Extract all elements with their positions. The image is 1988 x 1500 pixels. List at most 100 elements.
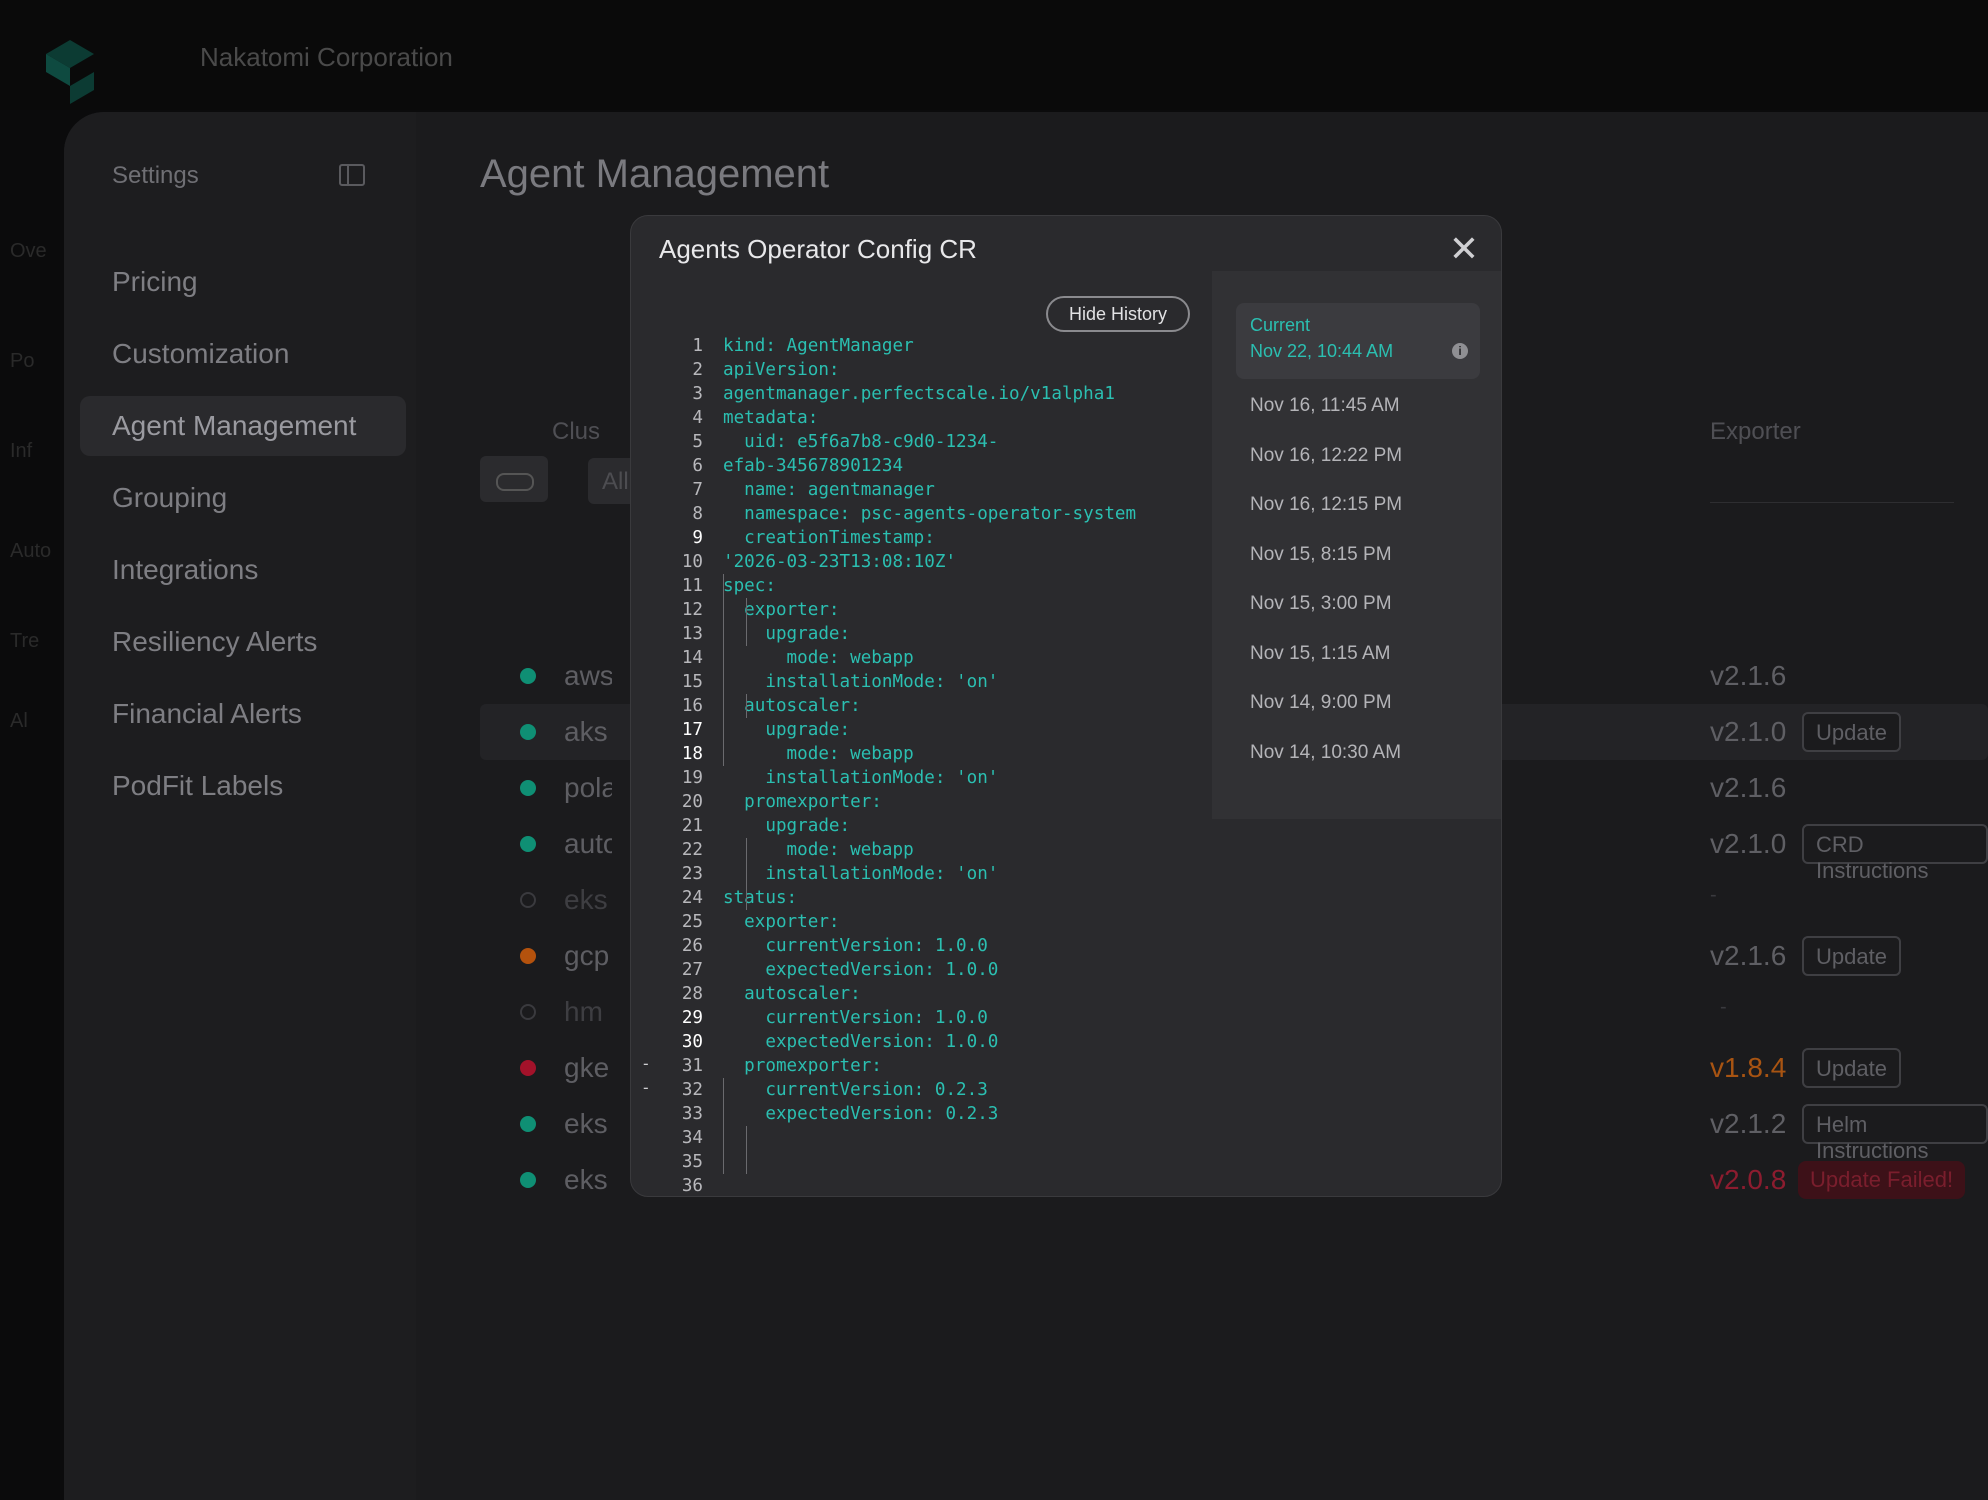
- status-dot: [520, 1172, 536, 1188]
- cluster-name[interactable]: gcp: [564, 940, 612, 972]
- code-line: 17 upgrade:: [631, 718, 1191, 742]
- line-number: 32: [681, 1080, 703, 1100]
- history-item[interactable]: Nov 16, 11:45 AM: [1250, 395, 1400, 417]
- fold-marker[interactable]: -: [641, 1078, 651, 1097]
- history-item[interactable]: Nov 16, 12:15 PM: [1250, 494, 1402, 516]
- code-text: apiVersion:: [723, 360, 840, 380]
- nav-item-podfit-labels[interactable]: PodFit Labels: [112, 770, 283, 802]
- indent-guide: [723, 574, 724, 766]
- history-item[interactable]: Nov 15, 1:15 AM: [1250, 643, 1390, 665]
- history-item[interactable]: Nov 14, 9:00 PM: [1250, 692, 1392, 714]
- line-number: 6: [692, 456, 703, 476]
- nav-item-agent-management[interactable]: Agent Management: [80, 396, 406, 456]
- rail-item[interactable]: Ove: [10, 240, 64, 263]
- nav-item-integrations[interactable]: Integrations: [112, 554, 258, 586]
- cluster-name[interactable]: auto: [564, 828, 612, 860]
- line-number: 22: [681, 840, 703, 860]
- line-number: 36: [681, 1176, 703, 1196]
- history-item-current[interactable]: Current Nov 22, 10:44 AM i: [1236, 303, 1480, 379]
- fold-marker[interactable]: -: [641, 1054, 651, 1073]
- cluster-name[interactable]: eks: [564, 1164, 612, 1196]
- divider: [1710, 502, 1954, 503]
- rail-item[interactable]: Tre: [10, 630, 64, 653]
- code-line: 1 kind: AgentManager: [631, 334, 1191, 358]
- row-action-button[interactable]: Update: [1802, 1048, 1901, 1088]
- code-line: 25 exporter:: [631, 910, 1191, 934]
- nav-item-pricing[interactable]: Pricing: [112, 266, 198, 298]
- row-action-button[interactable]: CRD Instructions: [1802, 824, 1988, 883]
- line-number: 25: [681, 912, 703, 932]
- line-number: 34: [681, 1128, 703, 1148]
- nav-item-grouping[interactable]: Grouping: [112, 482, 227, 514]
- cluster-name[interactable]: aws: [564, 660, 612, 692]
- line-number: 12: [681, 600, 703, 620]
- cluster-name[interactable]: aks: [564, 716, 612, 748]
- history-item[interactable]: Nov 15, 8:15 PM: [1250, 544, 1392, 566]
- info-icon[interactable]: i: [1452, 343, 1468, 359]
- line-number: 16: [681, 696, 703, 716]
- config-modal: Agents Operator Config CR ✕ Hide History…: [630, 215, 1502, 1197]
- nav-item-resiliency-alerts[interactable]: Resiliency Alerts: [112, 626, 317, 658]
- code-text: kind: AgentManager: [723, 336, 914, 356]
- code-line: 11 spec:: [631, 574, 1191, 598]
- nav-item-financial-alerts[interactable]: Financial Alerts: [112, 698, 302, 730]
- code-line: 16 autoscaler:: [631, 694, 1191, 718]
- code-text: autoscaler:: [723, 984, 861, 1004]
- status-dot: [520, 1060, 536, 1076]
- line-number: 13: [681, 624, 703, 644]
- cluster-name[interactable]: pola: [564, 772, 612, 804]
- code-text: exporter:: [723, 912, 840, 932]
- line-number: 2: [692, 360, 703, 380]
- code-line: 10 '2026-03-23T13:08:10Z': [631, 550, 1191, 574]
- top-bar: Nakatomi Corporation: [0, 0, 1988, 110]
- code-text: metadata:: [723, 408, 819, 428]
- organization-name[interactable]: Nakatomi Corporation: [200, 42, 453, 73]
- code-text: autoscaler:: [723, 696, 861, 716]
- rail-item[interactable]: Auto: [10, 540, 64, 563]
- exporter-version: v2.1.6: [1710, 940, 1787, 971]
- line-number: 27: [681, 960, 703, 980]
- settings-title: Settings: [112, 162, 199, 189]
- line-number: 17: [681, 720, 703, 740]
- rail-item[interactable]: Po: [10, 350, 64, 373]
- line-number: 24: [681, 888, 703, 908]
- indent-guide: [723, 1078, 724, 1174]
- line-number: 15: [681, 672, 703, 692]
- code-line: 12 exporter:: [631, 598, 1191, 622]
- view-toggle[interactable]: [480, 456, 548, 502]
- cluster-name[interactable]: gke: [564, 1052, 612, 1084]
- cluster-name[interactable]: eks: [564, 884, 612, 916]
- hide-history-button[interactable]: Hide History: [1046, 296, 1190, 332]
- row-action-button[interactable]: Helm Instructions: [1802, 1104, 1988, 1163]
- rail-item[interactable]: Inf: [10, 440, 64, 463]
- code-text: upgrade:: [723, 816, 851, 836]
- history-current-label: Current: [1250, 315, 1311, 335]
- row-action-button[interactable]: Update: [1802, 712, 1901, 752]
- code-line: 30 expectedVersion: 1.0.0: [631, 1030, 1191, 1054]
- cluster-name[interactable]: hm: [564, 996, 612, 1028]
- status-badge: Update Failed!: [1798, 1161, 1966, 1199]
- cluster-name[interactable]: eks: [564, 1108, 612, 1140]
- code-line: 21 upgrade:: [631, 814, 1191, 838]
- sidebar-collapse-icon[interactable]: [339, 164, 365, 186]
- exporter-version: v2.1.6: [1710, 660, 1787, 691]
- code-text: currentVersion: 1.0.0: [723, 1008, 988, 1028]
- close-icon[interactable]: ✕: [1447, 231, 1481, 267]
- history-item[interactable]: Nov 15, 3:00 PM: [1250, 593, 1392, 615]
- code-line: 28 autoscaler:: [631, 982, 1191, 1006]
- code-line: 35: [631, 1150, 1191, 1174]
- row-action-button[interactable]: Update: [1802, 936, 1901, 976]
- code-line: 14 mode: webapp: [631, 646, 1191, 670]
- code-editor[interactable]: 1 kind: AgentManager 2 apiVersion: 3 agentman…: [631, 334, 1191, 1196]
- code-text: agentmanager.perfectscale.io/v1alpha1: [723, 384, 1115, 404]
- column-header-cluster: Clus: [552, 418, 601, 445]
- rail-item[interactable]: Al: [10, 710, 64, 733]
- history-item[interactable]: Nov 14, 10:30 AM: [1250, 742, 1401, 764]
- exporter-version: v2.0.8: [1710, 1164, 1787, 1195]
- code-line: 6 efab-345678901234: [631, 454, 1191, 478]
- page-title: Agent Management: [480, 152, 830, 196]
- nav-item-customization[interactable]: Customization: [112, 338, 289, 370]
- status-dot: [520, 1004, 536, 1020]
- history-item[interactable]: Nov 16, 12:22 PM: [1250, 445, 1402, 467]
- line-number: 14: [681, 648, 703, 668]
